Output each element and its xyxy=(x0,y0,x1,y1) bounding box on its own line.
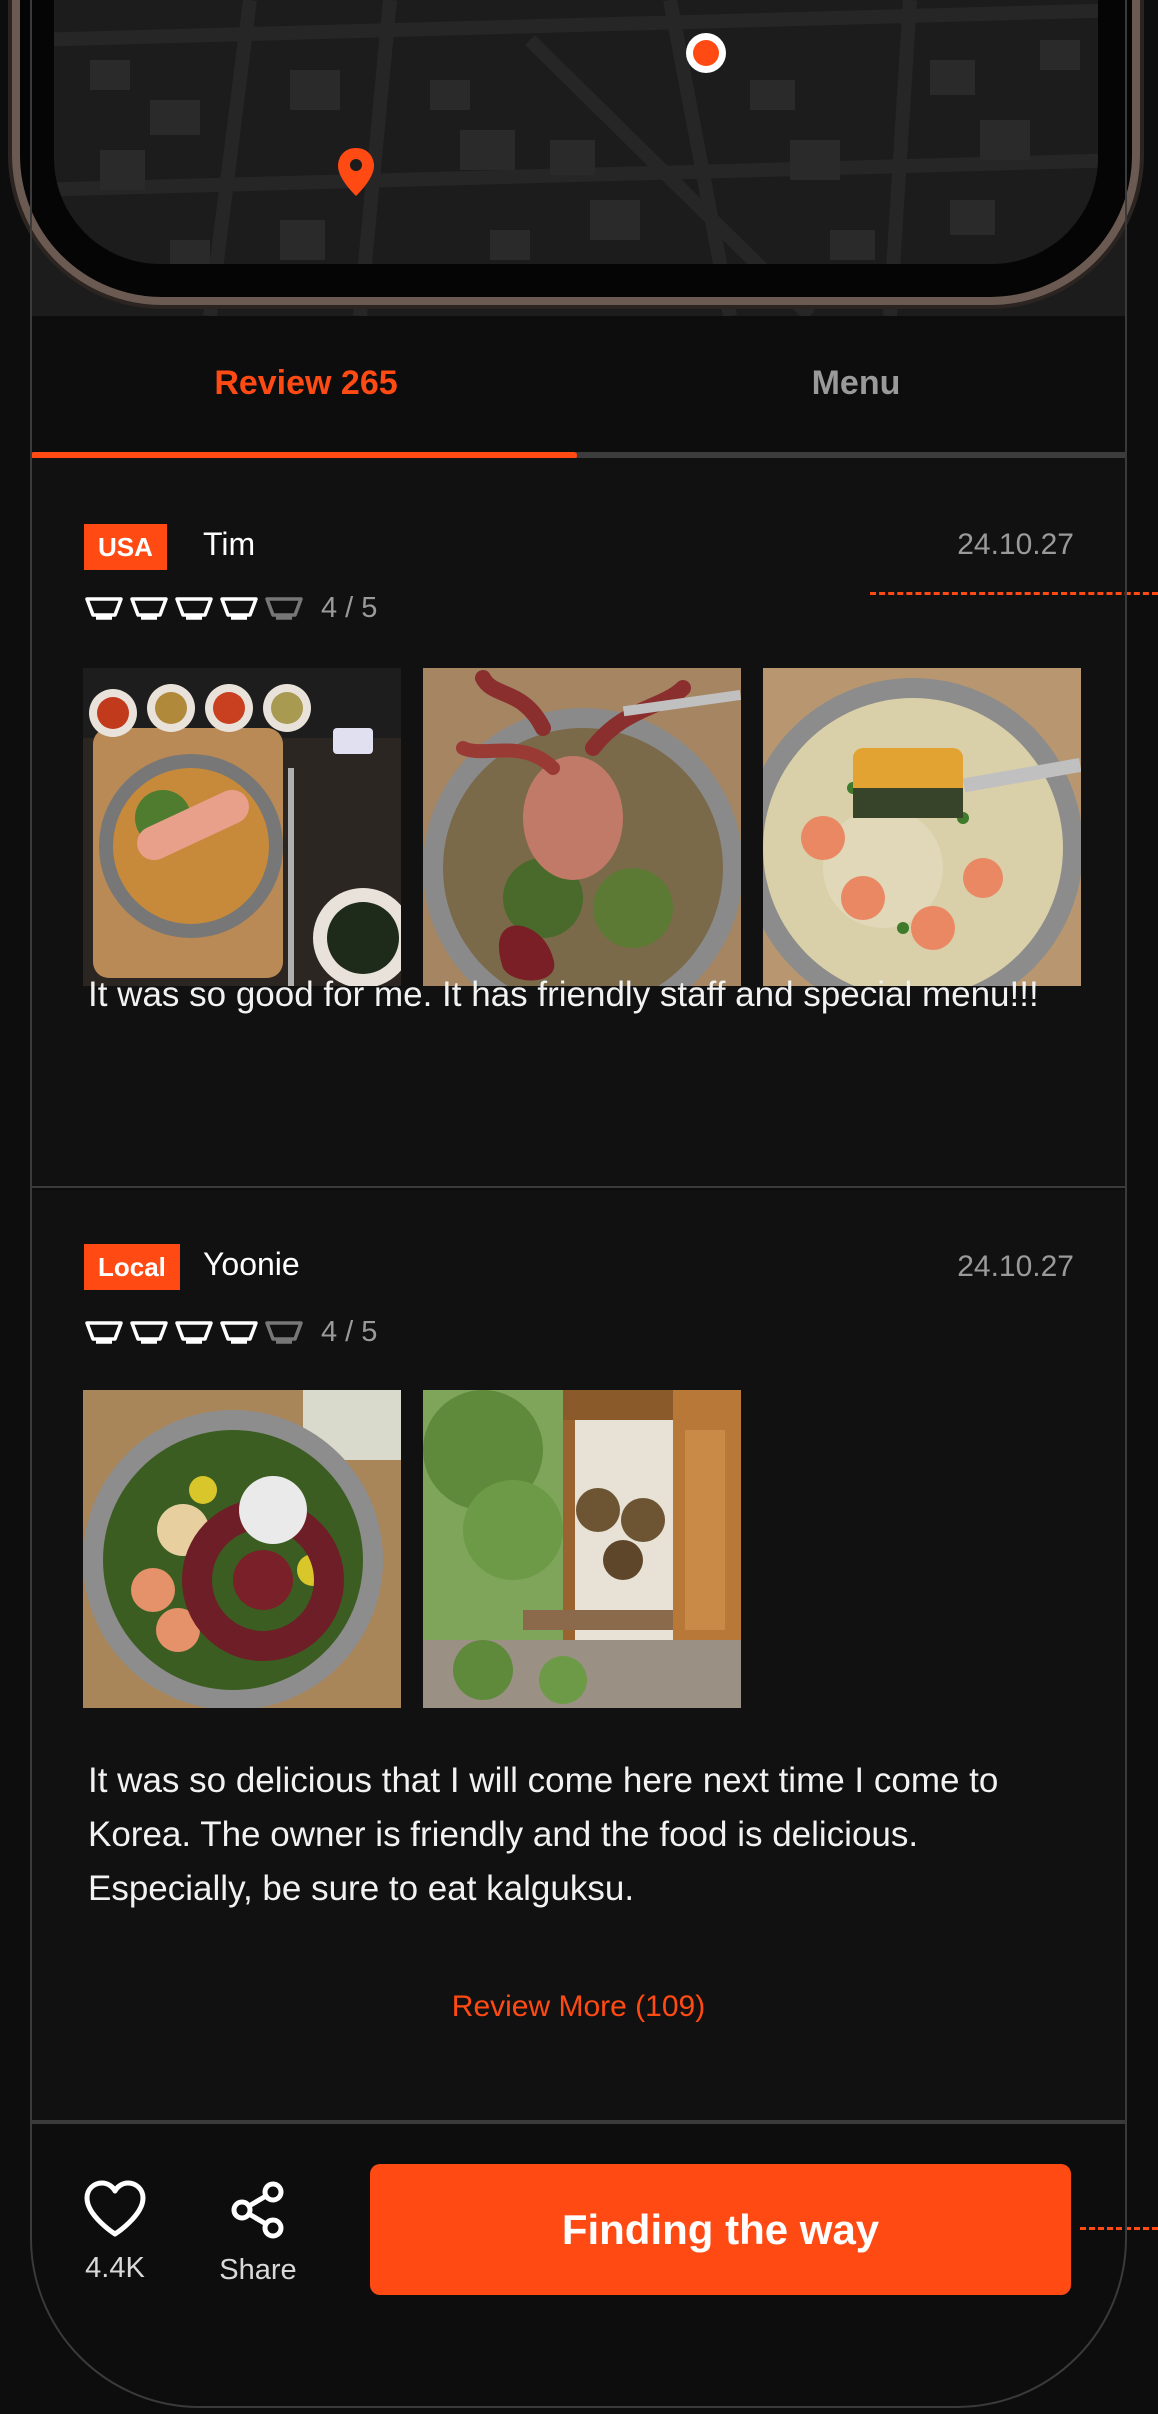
rating-value: 4 / 5 xyxy=(321,591,378,624)
annotation-line xyxy=(870,592,1158,595)
review-photo[interactable] xyxy=(83,668,401,986)
review-card: USA Tim 24.10.27 4 / 5 It was so good fo… xyxy=(31,458,1126,1188)
finding-the-way-button[interactable]: Finding the way xyxy=(370,2164,1071,2295)
review-card: Local Yoonie 24.10.27 4 / 5 It was so de… xyxy=(31,1190,1126,2120)
app-screen: Review 265 Menu USA Tim 24.10.27 4 / 5 I… xyxy=(0,0,1158,2414)
review-photo[interactable] xyxy=(763,668,1081,986)
reviewer-name[interactable]: Tim xyxy=(203,526,255,563)
map-pin-icon[interactable] xyxy=(336,146,376,198)
bowl-icon xyxy=(175,1321,213,1344)
review-photo[interactable] xyxy=(423,1390,741,1708)
tab-menu[interactable]: Menu xyxy=(581,364,1131,403)
review-photo[interactable] xyxy=(423,668,741,986)
bowl-icon xyxy=(130,1321,168,1344)
bowl-icon xyxy=(130,597,168,620)
like-count: 4.4K xyxy=(85,2252,145,2284)
review-photos xyxy=(83,1390,741,1708)
review-text: It was so good for me. It has friendly s… xyxy=(88,975,1039,1014)
tab-bar: Review 265 Menu xyxy=(31,318,1126,459)
current-location-icon xyxy=(686,33,726,73)
heart-icon xyxy=(84,2180,146,2237)
bowl-icon-empty xyxy=(265,1321,303,1344)
map-canvas xyxy=(30,0,1127,316)
reviewer-name[interactable]: Yoonie xyxy=(203,1246,300,1283)
bowl-icon xyxy=(220,597,258,620)
review-photo[interactable] xyxy=(83,1390,401,1708)
bowl-icon xyxy=(220,1321,258,1344)
tab-review[interactable]: Review 265 xyxy=(31,364,581,403)
bottom-action-bar: 4.4K Share Finding the way xyxy=(31,2120,1126,2410)
share-label: Share xyxy=(219,2254,297,2286)
map-view[interactable] xyxy=(30,0,1127,316)
like-button[interactable]: 4.4K xyxy=(55,2180,175,2285)
local-badge: Local xyxy=(84,1244,180,1290)
rating: 4 / 5 xyxy=(84,588,377,628)
bowl-icon xyxy=(85,1321,123,1344)
bowl-icon xyxy=(175,597,213,620)
review-photos xyxy=(83,668,1081,986)
review-text: It was so delicious that I will come her… xyxy=(88,1761,999,1908)
rating-value: 4 / 5 xyxy=(321,1315,378,1348)
bowl-icon-empty xyxy=(265,597,303,620)
review-more-link[interactable]: Review More (109) xyxy=(31,1990,1126,2024)
review-date: 24.10.27 xyxy=(957,528,1074,561)
review-date: 24.10.27 xyxy=(957,1250,1074,1283)
annotation-line xyxy=(1080,2227,1158,2230)
country-badge: USA xyxy=(84,524,167,570)
share-icon xyxy=(231,2181,284,2239)
share-button[interactable]: Share xyxy=(198,2180,318,2287)
rating: 4 / 5 xyxy=(84,1312,377,1352)
bowl-icon xyxy=(85,597,123,620)
